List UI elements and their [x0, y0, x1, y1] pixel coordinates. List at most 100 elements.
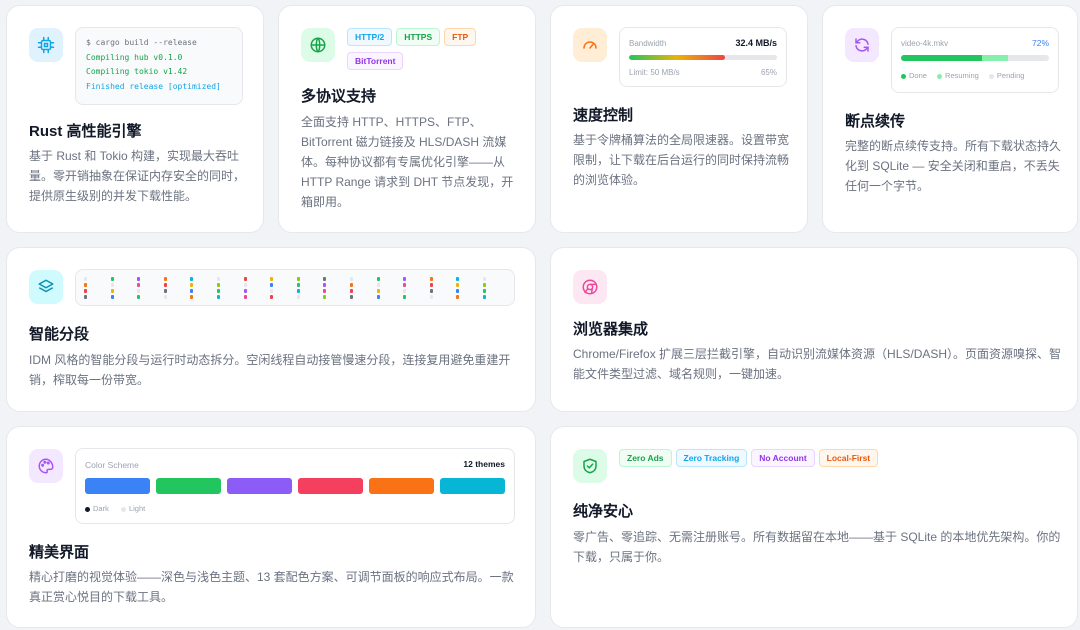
color-swatch[interactable] [440, 478, 505, 494]
segment-block [456, 289, 460, 293]
segment-block [350, 283, 353, 287]
chrome-icon [573, 270, 607, 304]
card-description: 精心打磨的视觉体验——深色与浅色主题、13 套配色方案、可调节面板的响应式布局。… [29, 570, 514, 604]
segment-block [84, 277, 87, 281]
card-description: 完整的断点续传支持。所有下载状态持久化到 SQLite — 安全关闭和重启，不丢… [845, 139, 1062, 193]
segment-block [323, 277, 327, 281]
color-scheme-panel: Color Scheme 12 themes Dark Light [75, 448, 515, 524]
segment-block [323, 295, 327, 299]
feature-card-browser: 浏览器集成 Chrome/Firefox 扩展三层拦截引擎，自动识别流媒体资源（… [550, 247, 1078, 412]
color-swatch[interactable] [298, 478, 363, 494]
segment-block [270, 295, 274, 299]
progress-resuming [982, 55, 1008, 61]
color-swatch[interactable] [227, 478, 292, 494]
privacy-tag: Local-First [818, 449, 879, 467]
card-title: Rust 高性能引擎 [29, 123, 142, 140]
segment-block [110, 295, 114, 299]
card-title: 纯净安心 [573, 503, 634, 520]
segment-block [243, 277, 247, 281]
bandwidth-label: Bandwidth [629, 39, 667, 48]
color-swatch[interactable] [369, 478, 434, 494]
segment-block [296, 295, 300, 299]
segment-block [217, 289, 220, 293]
segment-block [190, 289, 194, 293]
feature-card-resume: video-4k.mkv 72% Done Resuming Pending 断… [822, 5, 1078, 233]
segment-block [110, 277, 114, 281]
card-description: Chrome/Firefox 扩展三层拦截引擎，自动识别流媒体资源（HLS/DA… [573, 347, 1062, 381]
terminal-line: Compiling hub v0.1.0 [86, 52, 183, 62]
card-title: 精美界面 [29, 544, 90, 561]
terminal-line: $ cargo build --release [86, 38, 197, 47]
segment-block [84, 283, 87, 287]
bandwidth-fill [629, 55, 726, 60]
gauge-icon [573, 28, 607, 62]
shield-check-icon [573, 449, 607, 483]
segment-block [137, 283, 141, 287]
segment-block [217, 277, 220, 281]
light-mode-label[interactable]: Light [129, 504, 145, 513]
segment-block [323, 289, 327, 293]
feature-card-segments: 智能分段 IDM 风格的智能分段与运行时动态拆分。空闲线程自动接管慢速分段，连接… [6, 247, 536, 412]
segment-block [137, 289, 141, 293]
protocol-tag: HTTPS [396, 28, 441, 46]
segment-block [84, 295, 87, 299]
card-title: 断点续传 [845, 113, 906, 130]
segment-block [429, 283, 433, 287]
progress-percent: 72% [1031, 38, 1049, 48]
protocol-tag: BitTorrent [347, 52, 404, 70]
segment-block [243, 283, 247, 287]
feature-card-speed: Bandwidth 32.4 MB/s Limit: 50 MB/s 65% 速… [550, 5, 808, 233]
feature-card-rust: $ cargo build --release Compiling hub v0… [6, 5, 264, 233]
feature-card-protocols: HTTP/2 HTTPS FTP BitTorrent 多协议支持 全面支持 HTTP… [278, 5, 536, 233]
card-description: 全面支持 HTTP、HTTPS、FTP、BitTorrent 磁力链接及 HLS… [301, 115, 514, 209]
dark-mode-label[interactable]: Dark [93, 504, 109, 513]
segment-block [296, 283, 300, 287]
layers-icon [29, 270, 63, 304]
segment-block [190, 295, 194, 299]
segment-block [403, 283, 407, 287]
terminal-line: Finished release [optimized] [86, 81, 221, 91]
card-description: 零广告、零追踪、无需注册账号。所有数据留在本地——基于 SQLite 的本地优先… [573, 530, 1061, 564]
card-description: 基于令牌桶算法的全局限速器。设置带宽限制，让下载在后台运行的同时保持流畅的浏览体… [573, 133, 790, 187]
segment-block [350, 277, 353, 281]
segment-block [483, 283, 486, 287]
card-description: 基于 Rust 和 Tokio 构建，实现最大吞吐量。零开销抽象在保证内存安全的… [29, 149, 246, 203]
progress-bar [901, 55, 1049, 61]
terminal-preview: $ cargo build --release Compiling hub v0… [75, 27, 243, 105]
protocol-tag: FTP [444, 28, 477, 46]
segment-block [350, 289, 353, 293]
segment-block [483, 277, 486, 281]
segment-block [217, 283, 220, 287]
card-title: 浏览器集成 [573, 321, 649, 338]
progress-legend: Done Resuming Pending [901, 71, 1024, 80]
card-title: 速度控制 [573, 107, 634, 124]
feature-card-ui: Color Scheme 12 themes Dark Light 精美界面 精… [6, 426, 536, 628]
segment-block [296, 277, 300, 281]
segment-block [429, 289, 433, 293]
download-progress-panel: video-4k.mkv 72% Done Resuming Pending [891, 27, 1059, 93]
segment-block [270, 289, 274, 293]
privacy-tag: Zero Ads [619, 449, 672, 467]
segment-block [163, 283, 167, 287]
card-title: 智能分段 [29, 326, 90, 343]
terminal-line: Compiling tokio v1.42 [86, 67, 188, 76]
percent-label: 65% [760, 68, 777, 77]
segment-block [403, 289, 407, 293]
segment-block [456, 283, 460, 287]
segment-block [429, 295, 433, 299]
segment-visualization [75, 269, 515, 306]
color-swatch[interactable] [85, 478, 150, 494]
segment-block [163, 295, 167, 299]
cpu-icon [29, 28, 63, 62]
segment-block [403, 295, 407, 299]
bandwidth-bar [629, 55, 777, 60]
color-scheme-label: Color Scheme [85, 460, 139, 470]
segment-block [323, 283, 327, 287]
file-name: video-4k.mkv [901, 39, 949, 48]
segment-block [217, 295, 220, 299]
legend-pending: Pending [996, 71, 1025, 80]
segment-block [296, 289, 300, 293]
protocol-tag: HTTP/2 [347, 28, 393, 46]
color-swatch[interactable] [156, 478, 221, 494]
segment-block [270, 277, 274, 281]
